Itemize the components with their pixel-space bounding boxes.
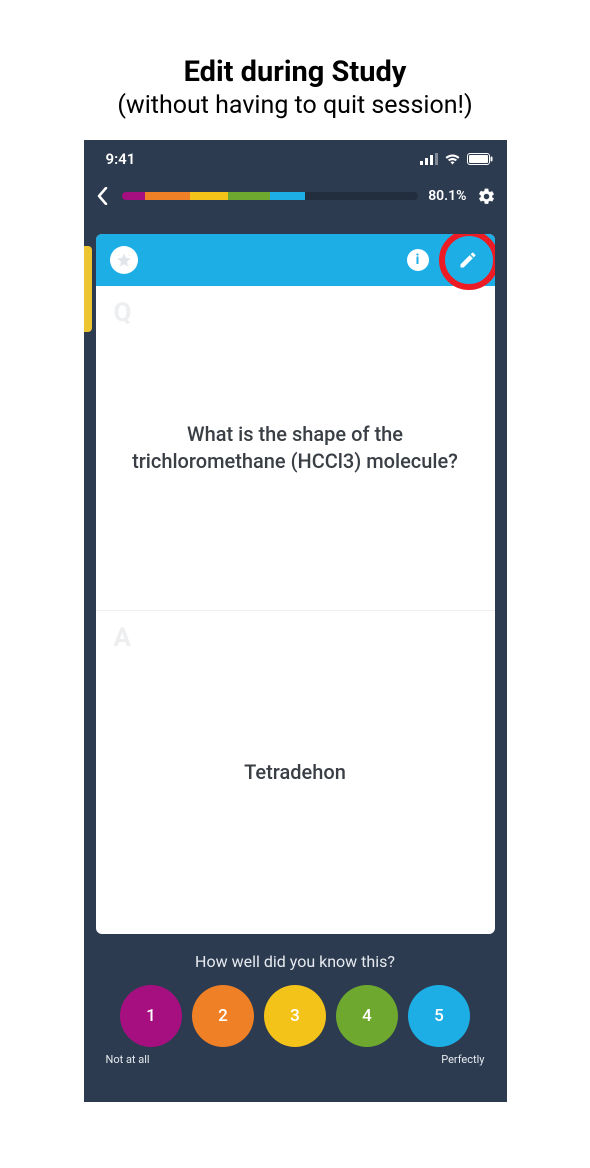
- progress-segment: [270, 192, 306, 200]
- progress-segment: [228, 192, 270, 200]
- card-area: i Q What is the shape of the trichlorome…: [84, 214, 507, 934]
- question-text: What is the shape of the trichloromethan…: [120, 421, 471, 475]
- pencil-icon: [458, 250, 478, 270]
- progress-percent: 80.1%: [428, 188, 466, 204]
- rating-button-3[interactable]: 3: [264, 985, 326, 1047]
- progress-segment: [190, 192, 229, 200]
- rating-button-2[interactable]: 2: [192, 985, 254, 1047]
- page-subtitle: (without having to quit session!): [0, 91, 590, 120]
- favorite-button[interactable]: [110, 246, 138, 274]
- progress-bar: [122, 192, 419, 200]
- answer-text: Tetradehon: [234, 759, 356, 786]
- info-button[interactable]: i: [407, 249, 429, 271]
- topbar: 80.1%: [84, 178, 507, 214]
- answer-label: A: [114, 623, 131, 653]
- edit-button[interactable]: [455, 247, 481, 273]
- question-section: Q What is the shape of the trichlorometh…: [96, 286, 495, 611]
- battery-icon: [467, 153, 493, 165]
- card-body: Q What is the shape of the trichlorometh…: [96, 286, 495, 934]
- rating-button-4[interactable]: 4: [336, 985, 398, 1047]
- rating-button-5[interactable]: 5: [408, 985, 470, 1047]
- rating-labels: Not at all Perfectly: [94, 1047, 497, 1066]
- phone-frame: 9:41 80.1%: [84, 140, 507, 1102]
- wifi-icon: [444, 153, 461, 165]
- rating-area: How well did you know this? 12345 Not at…: [84, 934, 507, 1078]
- star-icon: [116, 252, 132, 268]
- status-bar: 9:41: [84, 140, 507, 178]
- rating-right-label: Perfectly: [441, 1053, 484, 1066]
- flashcard: i Q What is the shape of the trichlorome…: [96, 234, 495, 934]
- card-stack-tab: [84, 246, 92, 332]
- cellular-icon: [420, 153, 438, 165]
- card-header: i: [96, 234, 495, 286]
- progress-segment: [122, 192, 146, 200]
- rating-left-label: Not at all: [106, 1053, 150, 1066]
- question-label: Q: [114, 298, 132, 328]
- back-button[interactable]: [94, 184, 112, 208]
- status-time: 9:41: [106, 150, 136, 168]
- info-icon: i: [416, 252, 420, 268]
- rating-prompt: How well did you know this?: [94, 952, 497, 971]
- progress-segment: [145, 192, 190, 200]
- answer-section: A Tetradehon: [96, 611, 495, 935]
- page-title: Edit during Study: [0, 0, 590, 89]
- rating-buttons: 12345: [94, 985, 497, 1047]
- settings-button[interactable]: [477, 186, 497, 206]
- status-icons: [420, 153, 493, 165]
- rating-button-1[interactable]: 1: [120, 985, 182, 1047]
